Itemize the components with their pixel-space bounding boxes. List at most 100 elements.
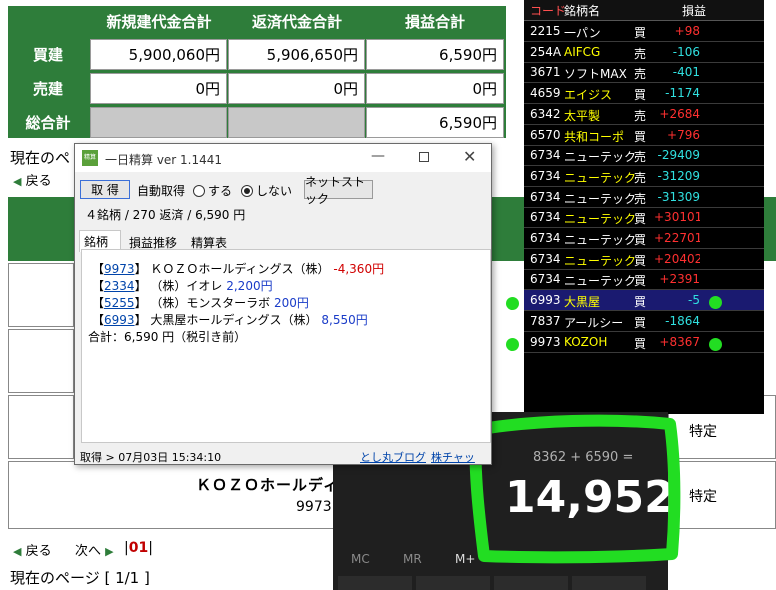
radio-auto-on[interactable]: する	[193, 182, 232, 199]
back-link-top[interactable]: ◀ 戻る	[13, 170, 52, 189]
chart-link[interactable]: 株チャッ	[431, 449, 475, 465]
stock-code: 6734	[530, 231, 561, 245]
status-text: 取得 > 07月03日 15:34:10	[80, 451, 222, 464]
highlight-box	[469, 414, 681, 564]
stock-list-row[interactable]: 9973 KOZOH 買 +8367	[524, 332, 764, 353]
close-icon[interactable]: ✕	[463, 147, 476, 166]
stock-list-row[interactable]: 6734 ニューテック買 +22701	[524, 228, 764, 249]
account-type-1: 特定	[689, 424, 717, 440]
stock-list-row[interactable]: 6734 ニューテック売 -31209	[524, 166, 764, 187]
stock-pl: -31209	[657, 168, 700, 183]
back-link-bottom[interactable]: ◀ 戻る	[13, 540, 52, 559]
stock-list-row[interactable]: 6734 ニューテック買 +2391	[524, 269, 764, 291]
radio-off-label: しない	[256, 184, 293, 198]
stock-list-row[interactable]: 6342 太平製 売 +2684	[524, 104, 764, 125]
entry-name: （株）イオレ	[150, 279, 223, 293]
stock-name: 大黒屋	[564, 295, 601, 310]
stock-code: 7837	[530, 313, 561, 328]
net-stock-button[interactable]: ネットストック	[304, 175, 373, 206]
stock-code: 6734	[530, 251, 561, 266]
sell-pl-value: 0円	[366, 73, 504, 104]
page-number-label: 01	[128, 540, 149, 556]
entry-name: ＫＯＺＯホールディングス（株）	[150, 262, 330, 276]
stock-code: 6734	[530, 272, 561, 287]
stock-list-row[interactable]: 2215 一パン 買 +98	[524, 21, 764, 42]
stock-pl: +2684	[659, 106, 700, 121]
stock-pl: -5	[688, 293, 700, 308]
stock-pl: +98	[674, 24, 700, 38]
stock-pl: +30101	[654, 210, 700, 225]
calc-key[interactable]	[572, 576, 646, 590]
stock-list-row[interactable]: 6993 大黒屋 買 -5	[524, 290, 764, 312]
stock-code: 6734	[530, 210, 561, 225]
trade-side: 買	[634, 88, 647, 103]
stock-name: ニューテック	[564, 212, 637, 227]
total-line: 合計：6,590 円（税引き前）	[88, 330, 247, 344]
stock-list-row[interactable]: 6734 ニューテック売 -29409	[524, 145, 764, 167]
entry-code-link[interactable]: 9973	[104, 262, 135, 276]
stock-name: 太平製	[564, 108, 601, 123]
sell-repay-value: 0円	[228, 73, 365, 104]
dialog-title: 一日精算 ver 1.1441	[105, 153, 223, 167]
memory-recall-button[interactable]: MR	[403, 552, 422, 566]
back-link-label: 戻る	[25, 174, 52, 189]
trade-side: 買	[634, 129, 647, 144]
triangle-right-icon: ▶	[105, 545, 114, 558]
blog-link[interactable]: とし丸ブログ	[360, 449, 426, 465]
stock-list-row[interactable]: 3671 ソフトMAX 売 -401	[524, 62, 764, 84]
stock-pl: +20402	[654, 251, 700, 266]
stock-list-row[interactable]: 4659 エイジス 買 -1174	[524, 83, 764, 105]
stock-code: 2215	[530, 24, 561, 38]
trade-side: 買	[634, 26, 647, 40]
stock-pl: -401	[672, 65, 700, 80]
page-separator: |	[148, 540, 153, 556]
stock-list-row[interactable]: 7837 アールシー買 -1864	[524, 311, 764, 332]
summary-line: ４銘柄 / 270 返済 / 6,590 円	[85, 208, 246, 222]
entry-code-link[interactable]: 2334	[104, 279, 135, 293]
row-label-sell: 売建	[8, 72, 88, 104]
calc-key[interactable]	[494, 576, 568, 590]
fetch-button[interactable]: 取 得	[80, 180, 130, 199]
calc-key[interactable]	[338, 576, 412, 590]
header-new-total: 新規建代金合計	[90, 6, 228, 36]
page-number-link[interactable]: |01|	[124, 540, 153, 556]
stock-name: AIFCG	[564, 44, 601, 59]
memory-clear-button[interactable]: MC	[351, 552, 370, 566]
entry-row: 【5255】 （株）モンスターラボ 200円	[92, 296, 309, 310]
stock-name: ニューテック	[564, 253, 637, 268]
trade-side: 買	[634, 253, 647, 268]
stock-list-row[interactable]: 254A AIFCG 売 -106	[524, 42, 764, 63]
dialog-titlebar: 精算 一日精算 ver 1.1441 — ✕	[75, 144, 491, 172]
calc-key[interactable]	[416, 576, 490, 590]
app-logo-icon: 精算	[82, 150, 98, 166]
stock-name: ニューテック	[564, 233, 637, 247]
stock-list-row[interactable]: 6734 ニューテック買 +30101	[524, 207, 764, 229]
total-repay-value	[228, 107, 365, 138]
next-link[interactable]: 次へ ▶	[75, 540, 114, 559]
results-row-cell	[8, 329, 74, 393]
trade-side: 売	[634, 108, 647, 123]
minimize-icon[interactable]: —	[371, 148, 385, 164]
entry-name: （株）モンスターラボ	[150, 296, 271, 310]
highlight-dot	[709, 338, 722, 351]
maximize-icon[interactable]	[419, 152, 429, 162]
results-stock-code: 9973	[296, 499, 332, 515]
stock-pl: +8367	[659, 334, 700, 349]
header-pl-total: 損益合計	[366, 6, 504, 36]
entry-code-link[interactable]: 6993	[104, 313, 135, 327]
stock-list-row[interactable]: 6734 ニューテック買 +20402	[524, 249, 764, 270]
entry-code-link[interactable]: 5255	[104, 296, 135, 310]
trade-side: 売	[634, 150, 647, 165]
trade-side: 買	[634, 315, 647, 330]
stock-code: 6342	[530, 106, 561, 121]
stock-code: 6993	[530, 293, 561, 308]
stock-list-row[interactable]: 6734 ニューテック売 -31309	[524, 187, 764, 208]
next-link-label: 次へ	[75, 544, 102, 559]
radio-auto-off[interactable]: しない	[241, 182, 292, 199]
results-row-cell	[8, 263, 74, 327]
stock-list-row[interactable]: 6570 共和コーポ買 +796	[524, 125, 764, 146]
trade-side: 売	[634, 191, 647, 206]
stock-name: ニューテック	[564, 150, 637, 165]
results-row-stock	[8, 461, 334, 529]
current-page-label-top: 現在のペ	[10, 149, 71, 167]
